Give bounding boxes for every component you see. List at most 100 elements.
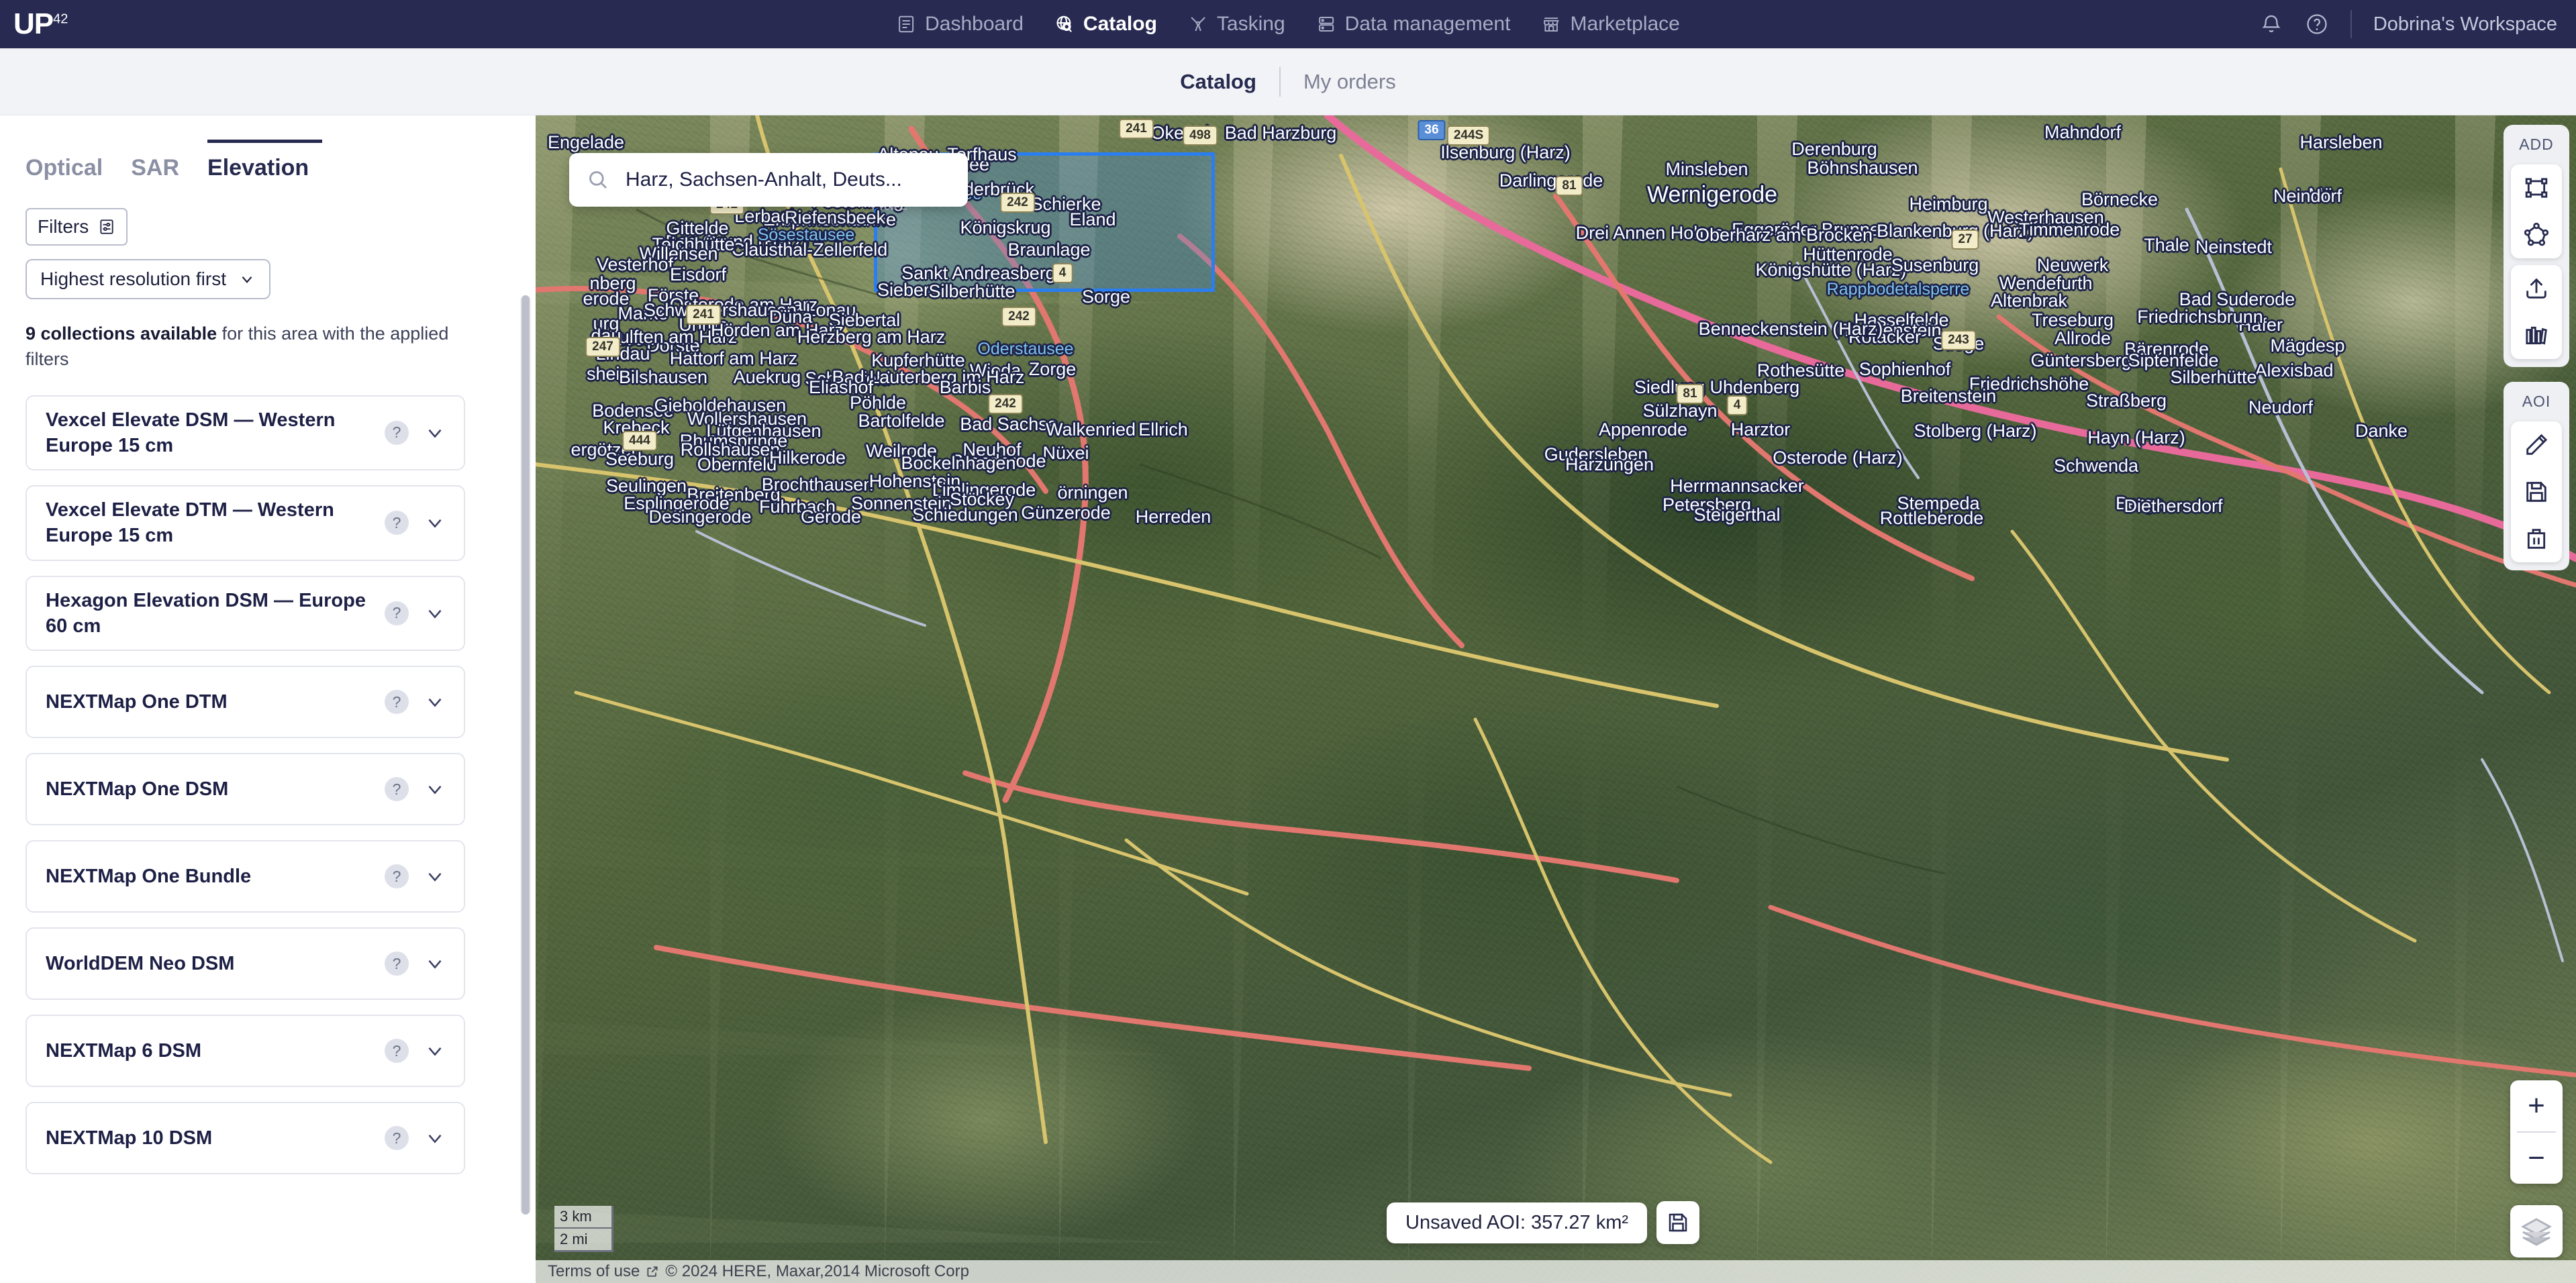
aoi-actions-stack xyxy=(2511,421,2562,562)
aoi-library-button[interactable] xyxy=(2511,312,2562,359)
pencil-edit-icon xyxy=(2523,431,2550,458)
help-icon[interactable]: ? xyxy=(385,420,409,445)
zoom-in-button[interactable]: + xyxy=(2510,1080,2563,1131)
tab-my-orders[interactable]: My orders xyxy=(1281,70,1419,94)
chevron-down-icon[interactable] xyxy=(424,602,446,625)
chevron-down-icon[interactable] xyxy=(424,865,446,888)
sidebar-tab-elevation[interactable]: Elevation xyxy=(207,140,323,191)
basemap-toggle-button[interactable] xyxy=(2510,1205,2563,1258)
sidebar-tab-sar[interactable]: SAR xyxy=(131,140,193,191)
nav-item-data-management[interactable]: Data management xyxy=(1316,13,1511,36)
help-icon[interactable]: ? xyxy=(385,511,409,535)
up42-logo[interactable]: UP42 xyxy=(13,0,68,48)
help-icon[interactable]: ? xyxy=(385,777,409,802)
trash-delete-icon xyxy=(2523,525,2550,552)
collection-card[interactable]: NEXTMap One DTM ? xyxy=(26,666,465,739)
sidebar-scrollbar-thumb[interactable] xyxy=(522,295,530,1215)
collections-sidebar: Optical SAR Elevation Filters Highest re… xyxy=(0,115,536,1283)
sort-select[interactable]: Highest resolution first xyxy=(26,259,271,299)
chevron-down-icon[interactable] xyxy=(424,952,446,975)
collection-card[interactable]: WorldDEM Neo DSM ? xyxy=(26,927,465,1000)
help-icon[interactable]: ? xyxy=(385,601,409,625)
nav-item-marketplace[interactable]: Marketplace xyxy=(1541,13,1680,36)
collection-card[interactable]: NEXTMap One Bundle ? xyxy=(26,840,465,913)
add-import-stack xyxy=(2511,265,2562,359)
collection-card-list: Vexcel Elevate DSM — Western Europe 15 c… xyxy=(0,372,510,1175)
help-icon[interactable]: ? xyxy=(385,1126,409,1151)
zoom-controls: + − xyxy=(2510,1080,2563,1184)
library-icon xyxy=(2523,322,2550,349)
storefront-icon xyxy=(1541,14,1561,34)
nav-label-dashboard: Dashboard xyxy=(925,13,1024,35)
upload-icon xyxy=(2523,275,2550,302)
sidebar-tab-optical[interactable]: Optical xyxy=(26,140,116,191)
nav-label-data-management: Data management xyxy=(1344,13,1511,35)
main-nav-items: Dashboard Catalog Tasking Data managemen… xyxy=(896,13,1680,36)
sidebar-scrollbar[interactable] xyxy=(520,295,531,1215)
collection-title: NEXTMap One DSM xyxy=(46,778,229,801)
chevron-down-icon[interactable] xyxy=(424,511,446,534)
chevron-down-icon[interactable] xyxy=(424,1127,446,1149)
results-count-text: 9 collections available for this area wi… xyxy=(0,299,536,372)
map-scale-bar: 3 km 2 mi xyxy=(554,1206,613,1252)
sort-select-value: Highest resolution first xyxy=(40,268,227,289)
nav-label-marketplace: Marketplace xyxy=(1570,13,1680,35)
scale-metric: 3 km xyxy=(554,1206,613,1229)
logo-superscript: 42 xyxy=(53,11,68,27)
polygon-draw-icon xyxy=(2523,221,2550,248)
terms-of-use-link[interactable]: Terms of use xyxy=(548,1262,640,1281)
catalog-globe-search-icon xyxy=(1054,14,1075,34)
collection-card[interactable]: NEXTMap One DSM ? xyxy=(26,753,465,826)
workspace-name[interactable]: Dobrina's Workspace xyxy=(2373,13,2557,36)
help-icon[interactable]: ? xyxy=(385,1039,409,1064)
collection-card[interactable]: Vexcel Elevate DTM — Western Europe 15 c… xyxy=(26,485,465,561)
location-search-box[interactable]: Harz, Sachsen-Anhalt, Deuts... xyxy=(569,153,968,207)
collection-title: Hexagon Elevation DSM — Europe 60 cm xyxy=(46,589,366,637)
floppy-save-icon xyxy=(1666,1211,1690,1235)
results-count-number: 9 collections available xyxy=(26,323,217,344)
collection-card[interactable]: NEXTMap 6 DSM ? xyxy=(26,1015,465,1088)
help-icon[interactable]: ? xyxy=(385,864,409,889)
zoom-out-button[interactable]: − xyxy=(2510,1133,2563,1184)
nav-label-tasking: Tasking xyxy=(1216,13,1285,35)
question-circle-icon[interactable] xyxy=(2305,12,2329,36)
aoi-save-button[interactable] xyxy=(1656,1201,1700,1244)
header-right-actions: Dobrina's Workspace xyxy=(2259,10,2557,38)
tab-catalog[interactable]: Catalog xyxy=(1157,70,1279,94)
add-tool-group: ADD xyxy=(2504,125,2569,367)
collection-card[interactable]: Vexcel Elevate DSM — Western Europe 15 c… xyxy=(26,395,465,471)
chevron-down-icon[interactable] xyxy=(424,1039,446,1062)
add-group-label: ADD xyxy=(2519,136,2554,153)
help-icon[interactable]: ? xyxy=(385,952,409,976)
delete-aoi-button[interactable] xyxy=(2511,515,2562,562)
bell-icon[interactable] xyxy=(2259,12,2283,36)
edit-aoi-button[interactable] xyxy=(2511,421,2562,468)
collection-card[interactable]: NEXTMap 10 DSM ? xyxy=(26,1102,465,1175)
collection-title: WorldDEM Neo DSM xyxy=(46,953,235,975)
collection-title: Vexcel Elevate DSM — Western Europe 15 c… xyxy=(46,409,336,456)
collection-card[interactable]: Hexagon Elevation DSM — Europe 60 cm ? xyxy=(26,575,465,652)
upload-aoi-button[interactable] xyxy=(2511,265,2562,312)
nav-item-catalog[interactable]: Catalog xyxy=(1054,13,1157,36)
aoi-tool-group: AOI xyxy=(2504,382,2569,570)
nav-item-dashboard[interactable]: Dashboard xyxy=(896,13,1024,36)
draw-rectangle-button[interactable] xyxy=(2511,164,2562,211)
tasking-satellite-icon xyxy=(1188,14,1208,34)
chevron-down-icon[interactable] xyxy=(424,421,446,444)
save-aoi-button[interactable] xyxy=(2511,468,2562,515)
search-input[interactable]: Harz, Sachsen-Anhalt, Deuts... xyxy=(626,168,902,191)
filters-button[interactable]: Filters xyxy=(26,208,128,246)
nav-item-tasking[interactable]: Tasking xyxy=(1188,13,1285,36)
collection-title: NEXTMap One DTM xyxy=(46,691,228,713)
map-canvas[interactable]: Engelade Okertal Bad Harzburg Ilsenburg (Ha… xyxy=(536,115,2576,1283)
chevron-down-icon[interactable] xyxy=(424,778,446,801)
help-icon[interactable]: ? xyxy=(385,690,409,715)
map-copyright-text: © 2024 HERE, Maxar,2014 Microsoft Corp xyxy=(665,1262,969,1280)
filters-button-label: Filters xyxy=(38,216,89,237)
add-draw-stack xyxy=(2511,164,2562,258)
scale-imperial: 2 mi xyxy=(554,1229,613,1252)
chevron-down-icon[interactable] xyxy=(424,690,446,713)
draw-polygon-button[interactable] xyxy=(2511,211,2562,258)
collection-title: Vexcel Elevate DTM — Western Europe 15 c… xyxy=(46,499,334,547)
external-link-icon xyxy=(646,1265,659,1278)
